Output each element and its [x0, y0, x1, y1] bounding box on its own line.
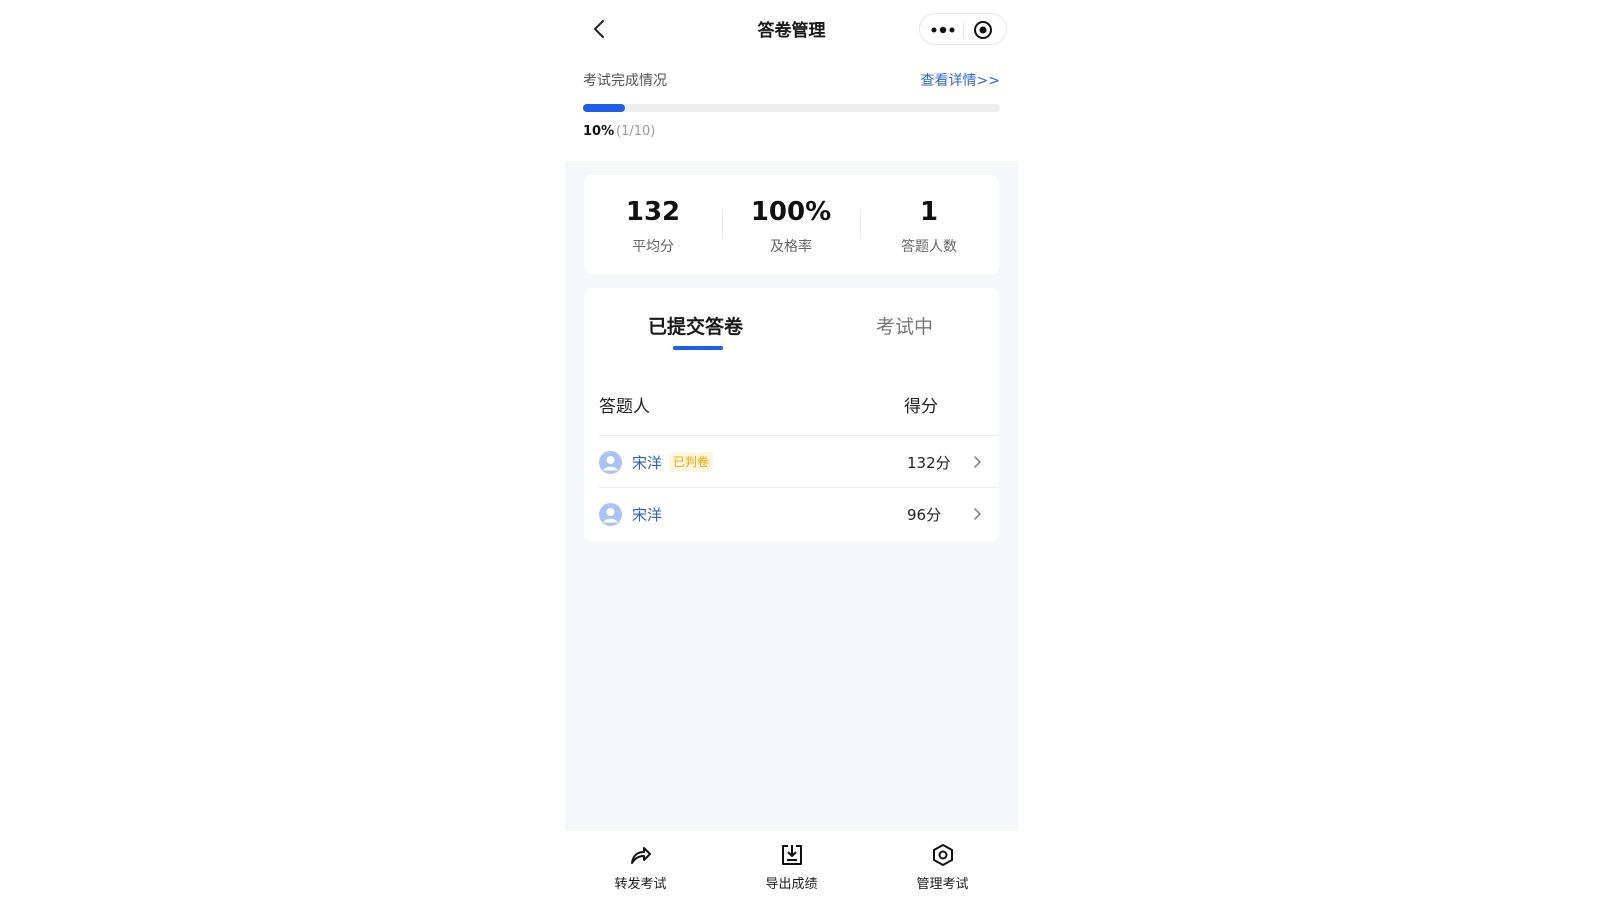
- content-area: 132 平均分 100% 及格率 1 答题人数 已提交答卷 考试中 答题人 得分: [565, 161, 1018, 831]
- progress-bar-fill: [583, 104, 625, 112]
- completion-progress-section: 考试完成情况 查看详情>> 10% (1/10): [583, 68, 1000, 148]
- manage-exam-button[interactable]: 管理考试: [867, 831, 1018, 900]
- phone-screen: 答卷管理 考试完成情况 查看详情>> 10% (1/10) 132 平均分 10…: [565, 0, 1018, 900]
- answer-sheet-list-card: 已提交答卷 考试中 答题人 得分 宋洋 已判卷 132分 宋洋 96分: [584, 288, 999, 541]
- column-header-respondent: 答题人: [599, 397, 650, 417]
- respondent-name: 宋洋: [632, 454, 663, 472]
- settings-hexagon-icon: [933, 844, 953, 866]
- stat-value: 132: [625, 197, 681, 227]
- respondent-name: 宋洋: [632, 506, 663, 524]
- stat-label: 平均分: [632, 239, 674, 255]
- capsule-divider: [963, 22, 964, 38]
- stat-pass-rate: 100% 及格率: [722, 175, 860, 274]
- download-icon: [782, 845, 802, 865]
- export-scores-label: 导出成绩: [765, 877, 818, 892]
- more-options-icon[interactable]: [928, 21, 958, 39]
- manage-exam-label: 管理考试: [916, 877, 969, 892]
- tab-submitted[interactable]: 已提交答卷: [648, 312, 743, 339]
- chevron-right-icon: [974, 456, 981, 468]
- stat-value: 1: [919, 197, 939, 227]
- share-icon: [631, 847, 651, 864]
- column-header-score: 得分: [904, 397, 938, 417]
- avatar-icon: [599, 503, 622, 526]
- stat-label: 答题人数: [901, 239, 957, 255]
- table-row[interactable]: 宋洋 96分: [599, 487, 999, 540]
- active-tab-indicator: [673, 346, 723, 350]
- view-details-link[interactable]: 查看详情>>: [921, 70, 1000, 90]
- share-exam-label: 转发考试: [614, 877, 667, 892]
- stat-average-score: 132 平均分: [584, 175, 722, 274]
- bottom-action-bar: 转发考试 导出成绩 管理考试: [565, 831, 1018, 900]
- export-scores-button[interactable]: 导出成绩: [716, 831, 867, 900]
- avatar-icon: [599, 451, 622, 474]
- stats-card: 132 平均分 100% 及格率 1 答题人数: [584, 175, 999, 274]
- progress-percent: 10%: [583, 124, 615, 139]
- graded-badge: 已判卷: [669, 452, 714, 472]
- table-row[interactable]: 宋洋 已判卷 132分: [599, 435, 999, 488]
- progress-bar-track: [583, 104, 1000, 112]
- mini-program-capsule: [919, 13, 1007, 45]
- stat-label: 及格率: [770, 239, 812, 255]
- completion-label: 考试完成情况: [583, 73, 667, 89]
- share-exam-button[interactable]: 转发考试: [565, 831, 716, 900]
- stat-respondent-count: 1 答题人数: [860, 175, 998, 274]
- navigation-bar: 答卷管理: [565, 0, 1018, 58]
- close-target-icon[interactable]: [972, 20, 994, 40]
- stat-value: 100%: [750, 197, 832, 227]
- chevron-right-icon: [974, 508, 981, 520]
- tab-in-exam[interactable]: 考试中: [876, 312, 933, 339]
- respondent-score: 132分: [907, 454, 951, 472]
- respondent-score: 96分: [907, 506, 942, 524]
- progress-count: (1/10): [616, 124, 656, 139]
